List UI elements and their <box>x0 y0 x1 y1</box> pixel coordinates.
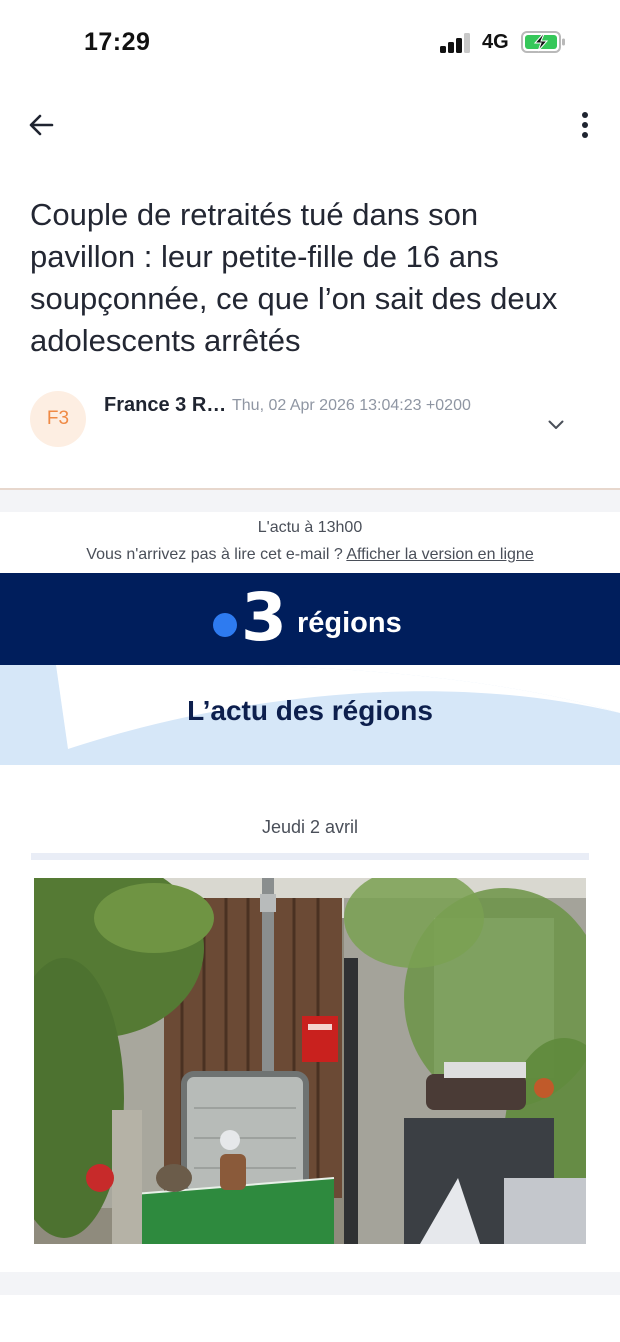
newsletter-preheader: L'actu à 13h00 Vous n'arrivez pas à lire… <box>0 512 620 574</box>
view-online-link[interactable]: Afficher la version en ligne <box>346 546 533 563</box>
preheader-title: L'actu à 13h00 <box>257 519 363 536</box>
article-photo[interactable] <box>34 878 586 1244</box>
logo-numeral: 3 <box>241 579 287 656</box>
sent-date: Thu, 02 Apr 2026 13:04:23 +0200 <box>232 397 471 414</box>
status-bar: 17:29 4G <box>0 0 620 84</box>
logo-dot <box>213 613 237 637</box>
back-button[interactable] <box>24 108 58 142</box>
arrow-left-icon <box>29 114 54 136</box>
logo-word: régions <box>297 607 402 639</box>
hero-title: L’actu des régions <box>187 695 433 726</box>
signal-bars-icon <box>440 33 472 53</box>
sender-row[interactable]: F3 France 3 R… Thu, 02 Apr 2026 13:04:23… <box>0 388 620 458</box>
issue-date: Jeudi 2 avril <box>261 817 359 837</box>
battery-charging-icon <box>521 31 565 53</box>
preheader-prompt: Vous n'arrivez pas à lire cet e-mail ? <box>86 546 343 563</box>
expand-details-button[interactable] <box>544 414 568 436</box>
more-vertical-icon <box>582 112 588 138</box>
bottom-strip <box>0 1295 620 1342</box>
network-type: 4G <box>482 31 509 53</box>
brand-banner: 3 régions <box>0 573 620 665</box>
hero-banner: L’actu des régions <box>0 665 620 765</box>
more-options-button[interactable] <box>570 108 600 142</box>
date-divider <box>31 853 589 860</box>
status-time: 17:29 <box>84 28 151 56</box>
preheader-line: Vous n'arrivez pas à lire cet e-mail ? A… <box>0 546 620 564</box>
article-card: Jeudi 2 avril <box>0 765 620 1272</box>
email-subject: Couple de retraités tué dans son pavillo… <box>30 197 558 358</box>
avatar: F3 <box>30 391 86 447</box>
news-photo-garden-chair <box>34 878 586 1244</box>
email-toolbar <box>0 100 620 150</box>
france3-regions-logo[interactable]: 3 régions <box>213 579 413 656</box>
sender-name: France 3 R… <box>104 394 227 416</box>
chevron-down-icon <box>548 420 564 429</box>
